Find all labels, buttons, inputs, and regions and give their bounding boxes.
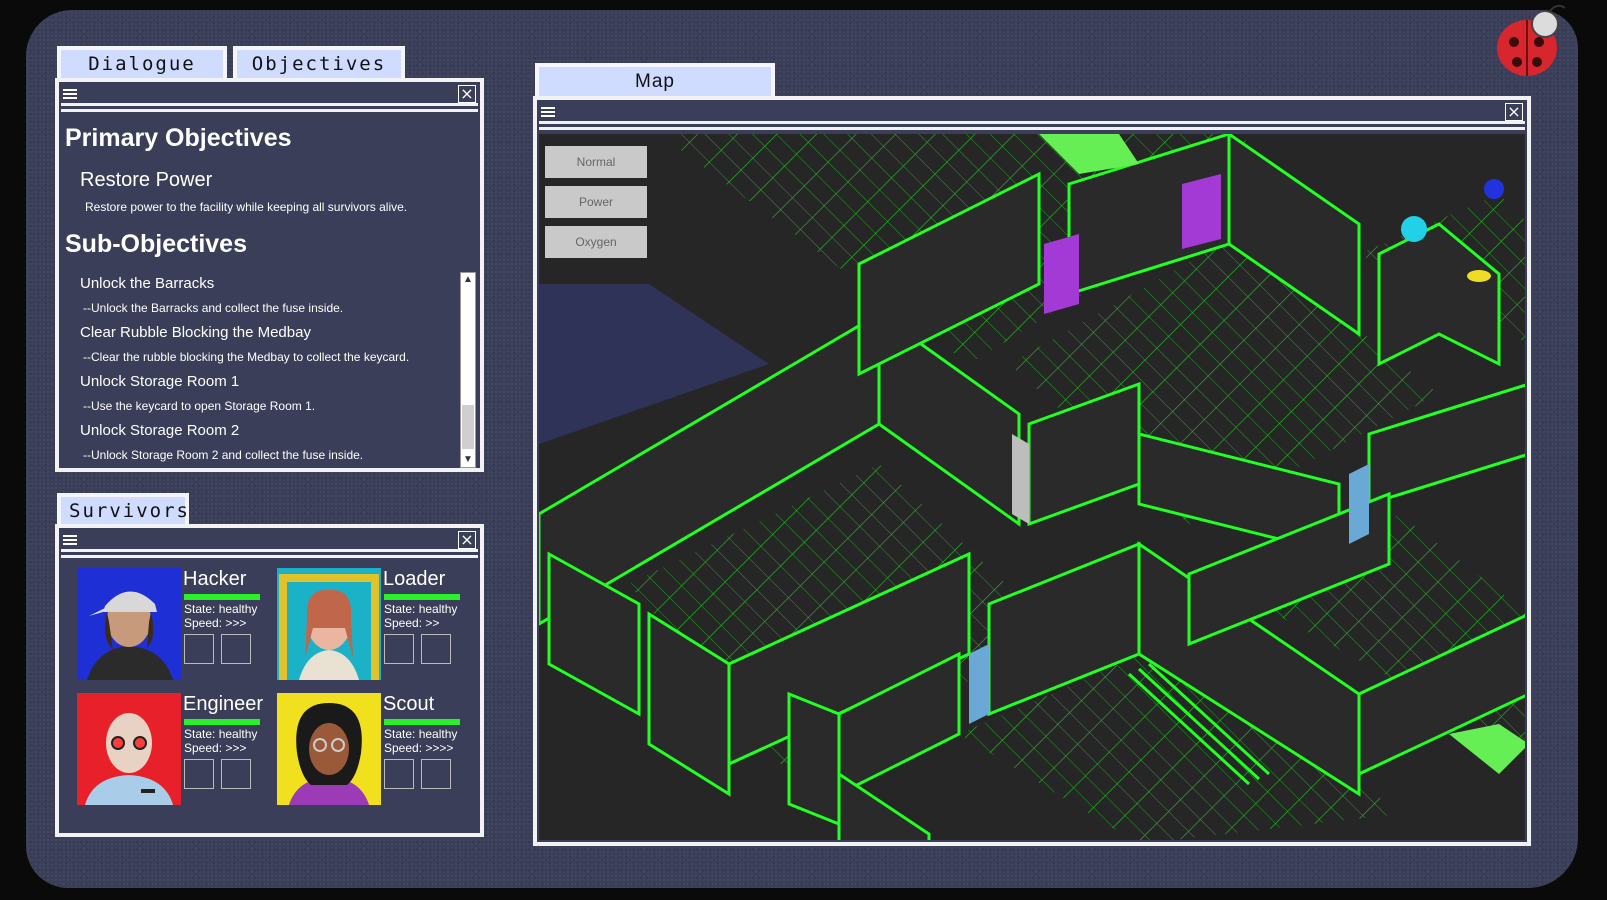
survivor-name: Loader: [383, 568, 446, 590]
inventory-slot[interactable]: [221, 759, 251, 789]
objectives-window: × Primary Objectives Restore Power Resto…: [55, 78, 484, 472]
inventory-slot[interactable]: [421, 759, 451, 789]
survivor-name: Hacker: [183, 568, 247, 590]
close-icon[interactable]: ×: [458, 531, 476, 549]
hacker-portrait: [77, 568, 181, 680]
objectives-titlebar: ×: [61, 84, 478, 112]
health-bar: [184, 594, 260, 600]
scroll-up-icon[interactable]: ▲: [461, 273, 475, 287]
survivor-speed: Speed: >>>>: [384, 741, 454, 755]
health-bar: [184, 719, 260, 725]
map-window: × Normal Power Oxygen: [533, 96, 1531, 846]
tab-map[interactable]: Map: [535, 63, 775, 97]
close-icon[interactable]: ×: [458, 85, 476, 103]
sub-objective-title: Unlock Storage Room 2: [80, 422, 240, 439]
survivor-state: State: healthy: [184, 727, 258, 741]
sub-objective-title: Clear Rubble Blocking the Medbay: [80, 324, 311, 341]
survivor-name: Scout: [383, 693, 435, 715]
survivors-titlebar: ×: [61, 530, 478, 558]
survivor-speed: Speed: >>: [384, 616, 440, 630]
hamburger-icon[interactable]: [63, 533, 77, 547]
survivor-card-engineer[interactable]: Engineer State: healthy Speed: >>>: [77, 693, 277, 813]
survivor-state: State: healthy: [184, 602, 258, 616]
map-titlebar: ×: [539, 102, 1525, 130]
scout-portrait: [277, 693, 381, 805]
survivor-name: Engineer: [183, 693, 264, 715]
inventory-slot[interactable]: [384, 759, 414, 789]
sub-objective-description: --Unlock Storage Room 2 and collect the …: [83, 448, 364, 462]
loader-portrait: [277, 568, 381, 680]
hamburger-icon[interactable]: [63, 87, 77, 101]
inventory-slot[interactable]: [421, 634, 451, 664]
sub-objective-description: --Use the keycard to open Storage Room 1…: [83, 399, 316, 413]
tab-survivors[interactable]: Survivors: [57, 493, 189, 525]
survivors-window: × Hacker State: healthy Speed: >>> Loade…: [55, 524, 484, 837]
engineer-portrait: [77, 693, 181, 805]
map-mode-power-button[interactable]: Power: [545, 186, 647, 218]
primary-objective-description: Restore power to the facility while keep…: [85, 200, 408, 214]
survivor-speed: Speed: >>>: [184, 616, 247, 630]
hamburger-icon[interactable]: [541, 105, 555, 119]
survivor-state: State: healthy: [384, 727, 458, 741]
map-mode-normal-button[interactable]: Normal: [545, 146, 647, 178]
survivor-speed: Speed: >>>: [184, 741, 247, 755]
sub-objectives-heading: Sub-Objectives: [65, 230, 247, 258]
health-bar: [384, 719, 460, 725]
scroll-down-icon[interactable]: ▼: [461, 453, 475, 467]
facility-map[interactable]: [539, 134, 1525, 840]
primary-objectives-heading: Primary Objectives: [65, 124, 292, 152]
health-bar: [384, 594, 460, 600]
primary-objective-title: Restore Power: [80, 169, 213, 191]
survivor-card-loader[interactable]: Loader State: healthy Speed: >>: [277, 568, 477, 688]
survivor-state: State: healthy: [384, 602, 458, 616]
survivor-card-scout[interactable]: Scout State: healthy Speed: >>>>: [277, 693, 477, 813]
sub-objective-title: Unlock Storage Room 1: [80, 373, 240, 390]
inventory-slot[interactable]: [184, 759, 214, 789]
map-mode-oxygen-button[interactable]: Oxygen: [545, 226, 647, 258]
tab-dialogue[interactable]: Dialogue: [57, 46, 227, 78]
sub-objective-title: Unlock the Barracks: [80, 275, 215, 292]
objectives-content: Primary Objectives Restore Power Restore…: [65, 122, 474, 462]
objectives-scrollbar[interactable]: ▲ ▼: [460, 272, 476, 468]
tab-objectives[interactable]: Objectives: [233, 46, 405, 78]
inventory-slot[interactable]: [384, 634, 414, 664]
ladybug-icon[interactable]: [1487, 2, 1571, 82]
survivor-card-hacker[interactable]: Hacker State: healthy Speed: >>>: [77, 568, 277, 688]
map-viewport[interactable]: [539, 134, 1525, 840]
scrollbar-thumb[interactable]: [462, 405, 474, 449]
sub-objective-description: --Clear the rubble blocking the Medbay t…: [83, 350, 410, 364]
inventory-slot[interactable]: [221, 634, 251, 664]
sub-objective-description: --Unlock the Barracks and collect the fu…: [83, 301, 344, 315]
inventory-slot[interactable]: [184, 634, 214, 664]
close-icon[interactable]: ×: [1505, 103, 1523, 121]
